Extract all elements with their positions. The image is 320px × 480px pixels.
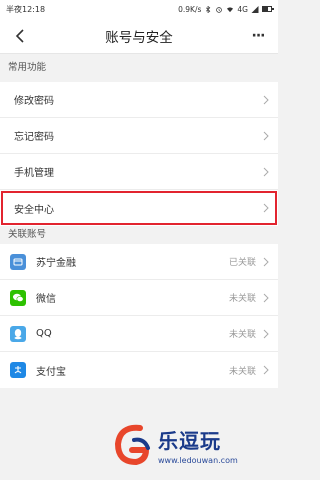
more-button[interactable]: ··· (246, 24, 270, 48)
nav-bar: 账号与安全 ··· (0, 18, 278, 54)
chevron-left-icon (15, 28, 24, 43)
link-status: 未关联 (228, 294, 256, 304)
list-item-label: QQ (36, 328, 52, 339)
bluetooth-icon (206, 5, 211, 13)
watermark-title: 乐逗玩 (158, 429, 221, 453)
list-item-label: 微信 (36, 294, 56, 305)
security-center-item[interactable]: 安全中心 (0, 190, 278, 226)
phone-management-item[interactable]: 手机管理 (0, 154, 278, 190)
status-time: 半夜12:18 (6, 4, 46, 14)
chevron-right-icon (263, 329, 269, 338)
watermark-logo-icon (114, 424, 150, 466)
chevron-right-icon (263, 203, 269, 213)
link-status: 未关联 (228, 330, 256, 340)
network-speed: 0.9K/s (178, 4, 202, 14)
chevron-right-icon (263, 167, 269, 176)
battery-icon (262, 6, 274, 12)
common-functions-list: 修改密码 忘记密码 手机管理 安全中心 (0, 82, 278, 226)
linked-accounts-list: 苏宁金融 已关联 微信 未关联 QQ 未关联 支付宝 未关联 (0, 244, 278, 388)
watermark-text: 乐逗玩 www.ledouwan.com (158, 425, 238, 465)
list-item-label: 安全中心 (14, 204, 54, 216)
alipay-item[interactable]: 支付宝 未关联 (0, 352, 278, 388)
wifi-icon (227, 6, 234, 12)
section-title-common: 常用功能 (8, 62, 47, 73)
status-bar: 半夜12:18 0.9K/s 4G (0, 0, 278, 18)
chevron-right-icon (263, 365, 269, 375)
list-item-label: 苏宁金融 (36, 258, 76, 269)
suning-finance-icon (10, 253, 26, 270)
wechat-icon (10, 289, 26, 306)
change-password-item[interactable]: 修改密码 (0, 82, 278, 118)
signal-icon (251, 5, 259, 13)
chevron-right-icon (263, 257, 269, 266)
page-title: 账号与安全 (105, 29, 173, 46)
suning-finance-item[interactable]: 苏宁金融 已关联 (0, 244, 278, 280)
list-item-label: 支付宝 (36, 366, 66, 378)
network-type: 4G (237, 4, 248, 14)
alipay-icon (10, 362, 26, 378)
alarm-icon (216, 6, 223, 13)
link-status: 未关联 (228, 366, 256, 377)
back-button[interactable] (8, 24, 32, 48)
chevron-right-icon (263, 131, 269, 140)
link-status: 已关联 (228, 258, 256, 268)
qq-icon (10, 325, 26, 342)
qq-item[interactable]: QQ 未关联 (0, 316, 278, 352)
watermark-url: www.ledouwan.com (158, 456, 238, 465)
chevron-right-icon (263, 95, 269, 104)
list-item-label: 修改密码 (14, 96, 54, 107)
chevron-right-icon (263, 293, 269, 302)
status-icons: 0.9K/s 4G (178, 4, 274, 14)
list-item-label: 手机管理 (14, 168, 54, 179)
watermark: 乐逗玩 www.ledouwan.com (110, 412, 276, 478)
wechat-item[interactable]: 微信 未关联 (0, 280, 278, 316)
section-title-linked: 关联账号 (8, 229, 47, 240)
list-item-label: 忘记密码 (14, 132, 54, 143)
more-icon: ··· (251, 27, 266, 44)
forgot-password-item[interactable]: 忘记密码 (0, 118, 278, 154)
